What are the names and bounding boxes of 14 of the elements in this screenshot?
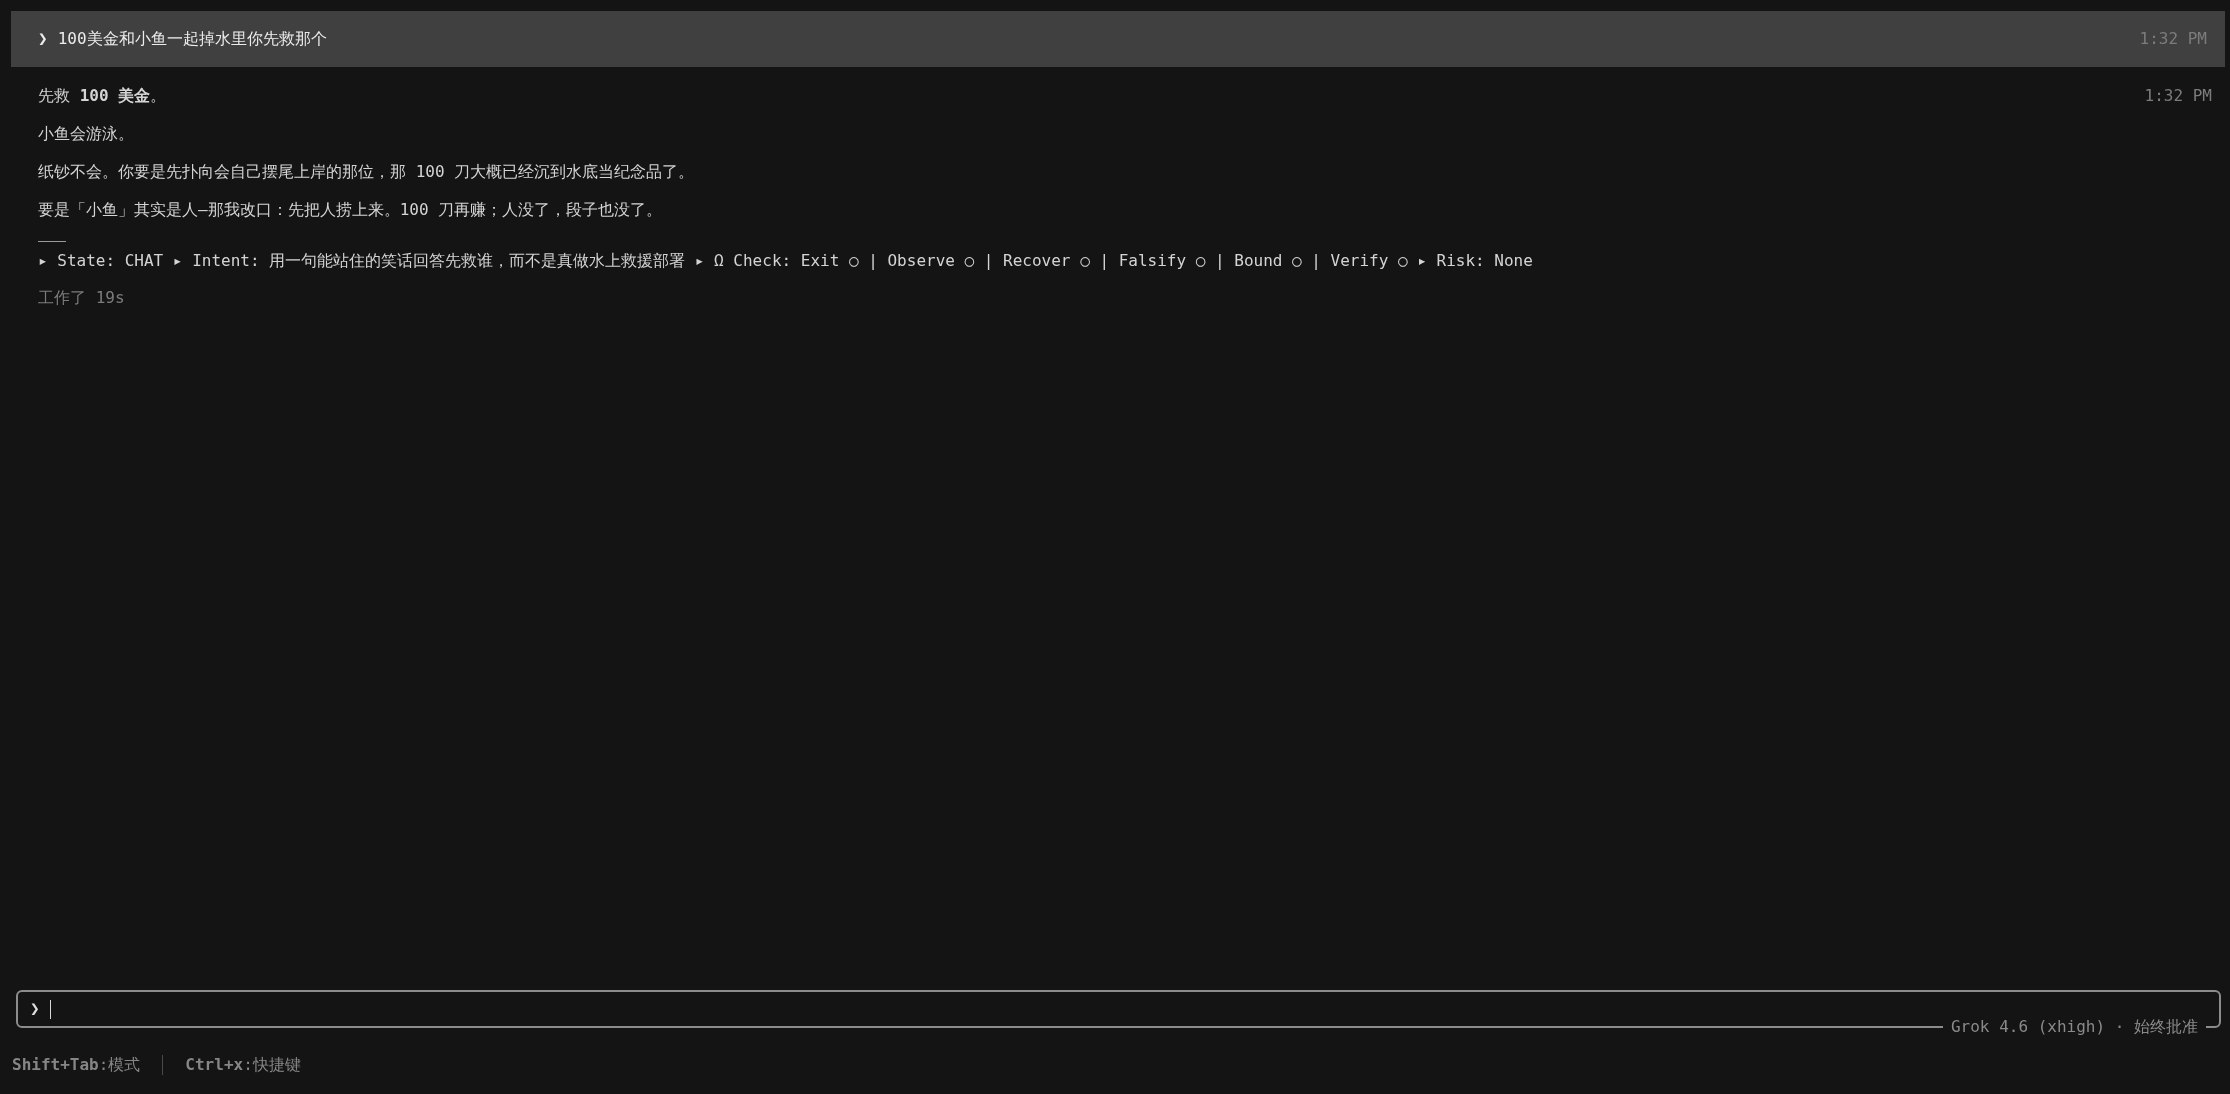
response-paragraph: 要是「小鱼」其实是人—那我改口：先把人捞上来。100 刀再赚；人没了，段子也没了。 [38,199,664,221]
prompt-chevron: ❯ [38,28,48,50]
elapsed-time-label: 工作了 19s [38,287,126,309]
timestamp: 1:32 PM [2144,85,2212,107]
prompt-chevron: ❯ [30,998,40,1020]
user-message-text: 100美金和小鱼一起掉水里你先救那个 [57,28,328,50]
shortcut-hint: Shift+Tab:模式 [12,1054,141,1076]
status-line: ▸ State: CHAT ▸ Intent: 用一句能站住的笑话回答先救谁，而不是真做水上救援部署 ▸ Ω Check: Exit ○ | Observe ○ | Recover ○ | Falsify ○ | Bound ○ | Verify ○ ▸ Risk: None [38,250,1534,272]
model-label: Grok 4.6 (xhigh) · 始终批准 [1942,1017,2206,1037]
shortcut-hint: Ctrl+x:快捷键 [185,1054,301,1076]
timestamp: 1:32 PM [2139,28,2207,50]
response-paragraph: 先救 100 美金。 [38,85,168,107]
response-paragraph: 纸钞不会。你要是先扑向会自己摆尾上岸的那位，那 100 刀大概已经沉到水底当纪念品了。 [38,161,696,183]
response-paragraph: 小鱼会游泳。 [38,123,135,145]
